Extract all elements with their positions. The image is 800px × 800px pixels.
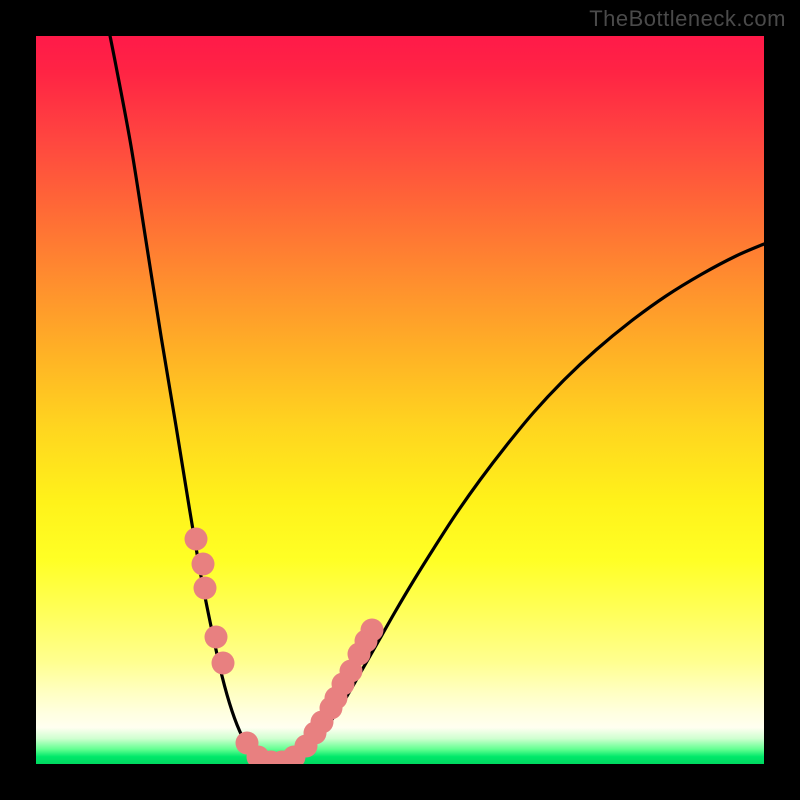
data-marker (212, 652, 235, 675)
data-marker (194, 577, 217, 600)
outer-frame: TheBottleneck.com (0, 0, 800, 800)
bottleneck-curve (106, 36, 764, 762)
data-markers (185, 528, 384, 765)
data-marker (192, 553, 215, 576)
data-marker (185, 528, 208, 551)
data-marker (205, 626, 228, 649)
data-marker (361, 619, 384, 642)
chart-overlay (36, 36, 764, 764)
watermark-text: TheBottleneck.com (589, 6, 786, 32)
plot-area (36, 36, 764, 764)
